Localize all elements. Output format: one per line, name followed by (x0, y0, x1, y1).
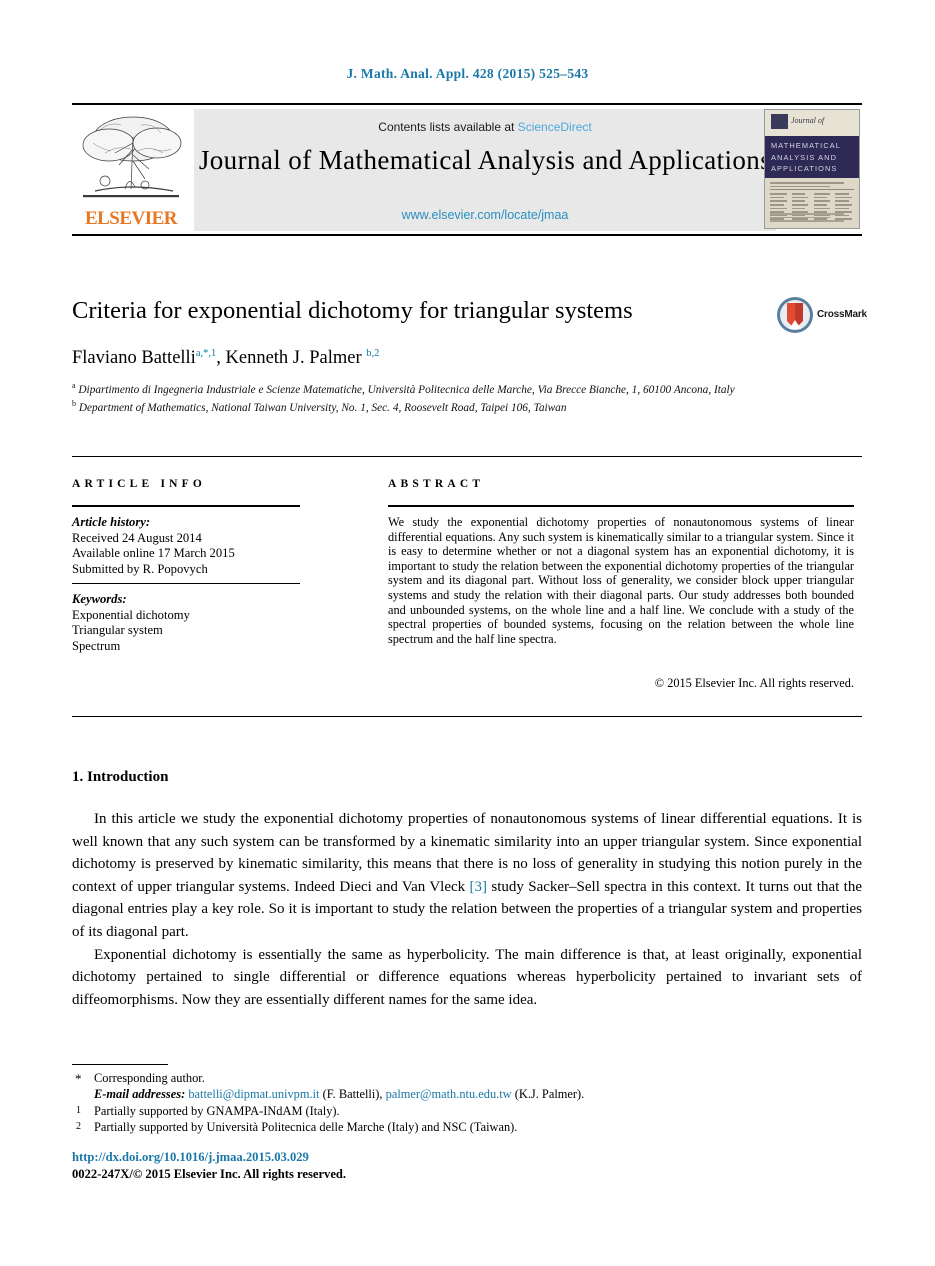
footnote-2-mark: 2 (76, 1121, 81, 1133)
cover-band-line3: APPLICATIONS (771, 164, 838, 173)
keywords-block: Keywords: Exponential dichotomy Triangul… (72, 592, 304, 654)
crossmark-label: CrossMark (817, 309, 867, 320)
article-history-online: Available online 17 March 2015 (72, 546, 235, 561)
footnote-1: 1 Partially supported by GNAMPA-INdAM (I… (72, 1103, 862, 1119)
journal-url-link[interactable]: www.elsevier.com/locate/jmaa (194, 208, 776, 222)
footnote-corresponding: * Corresponding author. (72, 1070, 862, 1086)
paper-page: J. Math. Anal. Appl. 428 (2015) 525–543 (0, 0, 935, 1266)
introduction-body: In this article we study the exponential… (72, 808, 862, 1011)
affiliations: a Dipartimento di Ingegneria Industriale… (72, 379, 862, 415)
sciencedirect-link[interactable]: ScienceDirect (518, 120, 592, 134)
affiliation-a-mark: a (72, 381, 76, 390)
cover-title-band: MATHEMATICAL ANALYSIS AND APPLICATIONS (765, 136, 859, 178)
elsevier-wordmark: ELSEVIER (84, 208, 178, 229)
contents-box: Contents lists available at ScienceDirec… (194, 109, 776, 231)
journal-masthead: ELSEVIER Contents lists available at Sci… (72, 103, 862, 236)
abstract-heading: ABSTRACT (388, 478, 485, 490)
doi-link[interactable]: http://dx.doi.org/10.1016/j.jmaa.2015.03… (72, 1150, 309, 1165)
article-info-heading: ARTICLE INFO (72, 478, 207, 490)
cover-band-line1: MATHEMATICAL (771, 141, 841, 150)
contents-available-line: Contents lists available at ScienceDirec… (194, 120, 776, 134)
paragraph-2: Exponential dichotomy is essentially the… (72, 946, 862, 1008)
elsevier-logo: ELSEVIER (75, 109, 187, 231)
affiliation-b-text: Department of Mathematics, National Taiw… (78, 401, 567, 414)
abstract-copyright: © 2015 Elsevier Inc. All rights reserved… (654, 676, 854, 690)
article-history-submitted: Submitted by R. Popovych (72, 561, 208, 576)
issn-copyright-line: 0022-247X/© 2015 Elsevier Inc. All right… (72, 1167, 347, 1181)
email-link-battelli[interactable]: battelli@dipmat.univpm.it (188, 1087, 319, 1101)
elsevier-tree-icon (82, 116, 182, 198)
keywords-label: Keywords: (72, 592, 127, 606)
footnote-emails: E-mail addresses: battelli@dipmat.univpm… (72, 1086, 862, 1102)
section-heading-introduction: 1. Introduction (72, 769, 169, 785)
cover-header: Journal of (765, 110, 859, 136)
article-title: Criteria for exponential dichotomy for t… (72, 297, 633, 324)
info-rule-upper (72, 505, 300, 507)
footnote-asterisk-mark: * (75, 1071, 82, 1086)
crossmark-badge[interactable]: CrossMark (776, 296, 867, 338)
article-history-received: Received 24 August 2014 (72, 530, 202, 545)
cover-contents-area (765, 178, 859, 228)
author-list: Flaviano Battellia,*,1, Kenneth J. Palme… (72, 348, 380, 369)
paragraph-1: In this article we study the exponential… (72, 808, 862, 944)
affiliation-b: b Department of Mathematics, National Ta… (72, 397, 862, 415)
email-owner-palmer: (K.J. Palmer). (511, 1087, 585, 1102)
running-head: J. Math. Anal. Appl. 428 (2015) 525–543 (346, 66, 589, 81)
info-rule-lower (72, 583, 300, 585)
cover-band-line2: ANALYSIS AND (771, 152, 838, 162)
footnote-1-mark: 1 (76, 1104, 81, 1116)
affiliation-a-text: Dipartimento di Ingegneria Industriale e… (78, 383, 735, 396)
info-section-bottom-rule (72, 716, 862, 717)
cover-journal-of-label: Journal of (791, 116, 825, 125)
journal-title: Journal of Mathematical Analysis and App… (198, 145, 772, 175)
article-history-label: Article history: (72, 515, 151, 529)
email-addresses-label: E-mail addresses: (94, 1087, 186, 1102)
info-section-top-rule (72, 456, 862, 457)
abstract-rule (388, 505, 854, 507)
email-link-palmer[interactable]: palmer@math.ntu.edu.tw (386, 1087, 512, 1101)
footnote-rule (72, 1064, 168, 1066)
footnote-2: 2 Partially supported by Università Poli… (72, 1119, 862, 1135)
crossmark-icon (777, 297, 813, 333)
contents-prefix: Contents lists available at (378, 120, 518, 134)
abstract-text: We study the exponential dichotomy prope… (388, 515, 854, 646)
footnote-2-text: Partially supported by Università Polite… (94, 1120, 518, 1135)
article-history-block: Article history: Received 24 August 2014… (72, 515, 304, 577)
keyword-item: Triangular system (72, 623, 163, 638)
footnote-1-text: Partially supported by GNAMPA-INdAM (Ita… (94, 1103, 340, 1118)
keyword-item: Exponential dichotomy (72, 607, 190, 622)
keyword-item: Spectrum (72, 638, 121, 653)
cover-elsevier-mark (771, 114, 788, 129)
journal-cover-thumbnail: Journal of MATHEMATICAL ANALYSIS AND APP… (764, 109, 860, 229)
email-owner-battelli: (F. Battelli), (319, 1087, 386, 1102)
footnote-corresponding-text: Corresponding author. (94, 1071, 205, 1085)
affiliation-b-mark: b (72, 398, 76, 408)
citation-link-3[interactable]: [3] (470, 879, 488, 895)
affiliation-a: a Dipartimento di Ingegneria Industriale… (72, 379, 862, 397)
footnotes: * Corresponding author. E-mail addresses… (72, 1070, 862, 1136)
